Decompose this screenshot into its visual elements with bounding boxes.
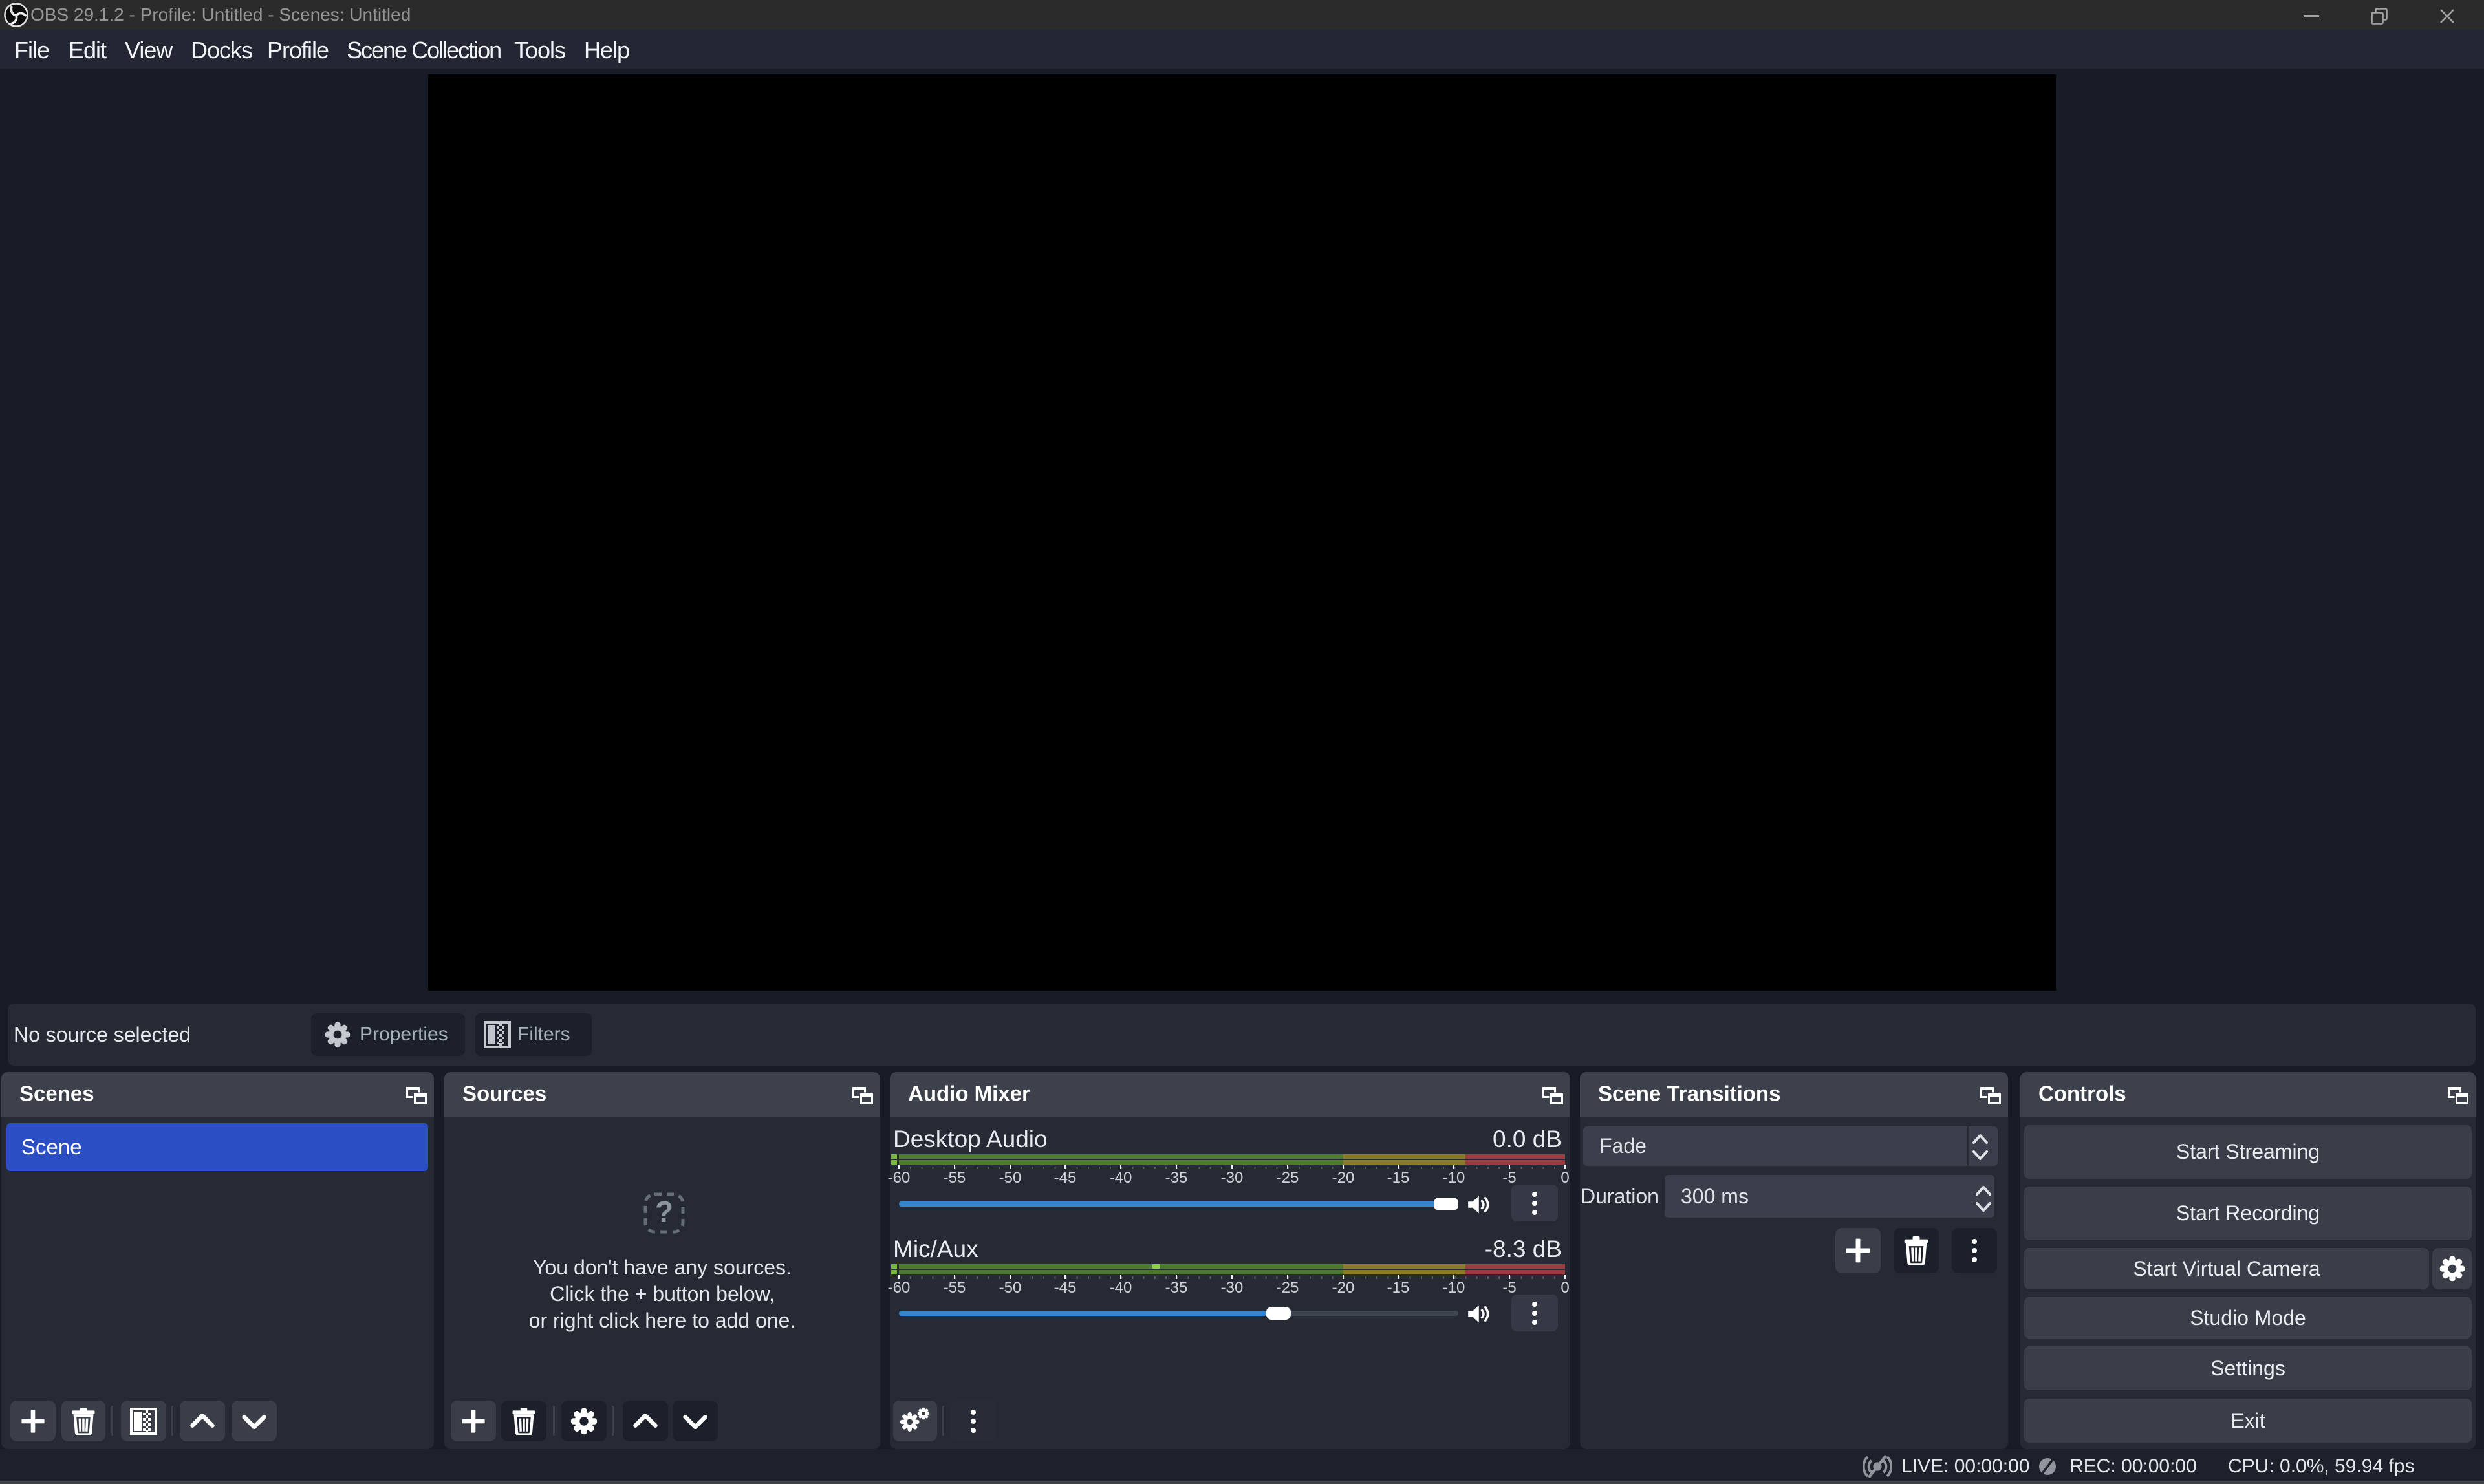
svg-text:?: ?: [655, 1195, 673, 1229]
